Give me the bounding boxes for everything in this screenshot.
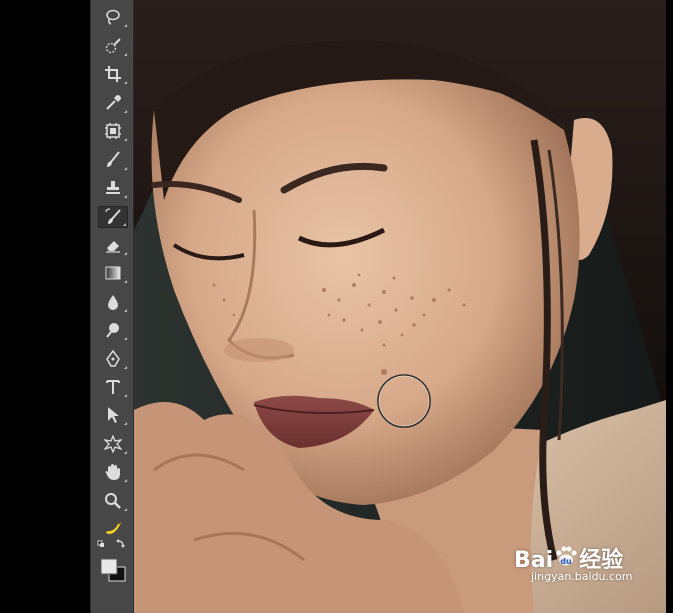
submenu-indicator-icon	[124, 24, 127, 27]
submenu-indicator-icon	[124, 309, 127, 312]
submenu-indicator-icon	[124, 422, 127, 425]
baidu-watermark: Bai du 经验 jingyan.baidu.com	[514, 542, 633, 583]
swap-colors-icon[interactable]	[97, 539, 125, 548]
arrow-icon	[108, 407, 119, 423]
type-tool[interactable]	[98, 376, 128, 398]
drop-icon	[108, 295, 118, 310]
zoom-tool[interactable]	[98, 490, 128, 512]
document-canvas[interactable]	[134, 0, 666, 613]
right-black-edge	[666, 0, 673, 613]
hand-icon	[105, 464, 120, 480]
quick-selection-icon	[105, 38, 121, 54]
submenu-indicator-icon	[124, 138, 127, 141]
banana-icon	[106, 521, 122, 534]
submenu-indicator-icon	[124, 394, 127, 397]
eraser-tool[interactable]	[98, 234, 128, 256]
submenu-indicator-icon	[124, 53, 127, 56]
eyedropper-tool[interactable]	[98, 92, 128, 114]
custom-shape-tool[interactable]	[98, 433, 128, 455]
quick-selection-tool[interactable]	[98, 35, 128, 57]
path-selection-tool[interactable]	[98, 404, 128, 426]
paw-icon: du	[556, 546, 577, 566]
brush-tool[interactable]	[98, 149, 128, 171]
frame-tool[interactable]	[98, 120, 128, 142]
submenu-indicator-icon	[124, 81, 127, 84]
shape-icon	[104, 435, 122, 453]
pen-tool[interactable]	[98, 348, 128, 370]
eraser-icon	[106, 241, 120, 253]
submenu-indicator-icon	[124, 366, 127, 369]
crop-tool[interactable]	[98, 63, 128, 85]
submenu-indicator-icon	[124, 479, 127, 482]
dodge-tool[interactable]	[98, 319, 128, 341]
clone-stamp-tool[interactable]	[98, 177, 128, 199]
gradient-icon	[105, 266, 121, 280]
lasso-tool[interactable]	[98, 6, 128, 28]
banana-tool[interactable]	[98, 518, 128, 540]
submenu-indicator-icon	[123, 223, 126, 226]
svg-text:du: du	[560, 557, 572, 566]
frame-icon	[105, 123, 121, 139]
pen-icon	[106, 350, 120, 367]
submenu-indicator-icon	[124, 167, 127, 170]
submenu-indicator-icon	[124, 280, 127, 283]
watermark-site: jingyan.baidu.com	[531, 570, 633, 583]
blur-tool[interactable]	[98, 291, 128, 313]
crop-icon	[105, 66, 121, 82]
history-brush-icon	[105, 208, 121, 224]
dodge-icon	[106, 323, 119, 338]
lasso-icon	[106, 9, 120, 25]
magnifier-icon	[105, 493, 121, 509]
submenu-indicator-icon	[124, 508, 127, 511]
submenu-indicator-icon	[124, 337, 127, 340]
color-swatches[interactable]	[96, 538, 130, 582]
hand-tool[interactable]	[98, 461, 128, 483]
gradient-tool[interactable]	[98, 262, 128, 284]
submenu-indicator-icon	[124, 110, 127, 113]
submenu-indicator-icon	[124, 195, 127, 198]
stamp-icon	[106, 181, 120, 194]
history-brush-tool[interactable]	[98, 206, 128, 228]
type-icon	[106, 380, 120, 394]
submenu-indicator-icon	[124, 252, 127, 255]
portrait-photo	[134, 0, 666, 613]
foreground-color-swatch[interactable]	[100, 558, 118, 575]
brush-icon	[107, 151, 120, 167]
eyedropper-icon	[106, 95, 121, 110]
left-black-area	[0, 0, 90, 613]
submenu-indicator-icon	[124, 451, 127, 454]
tools-panel	[90, 0, 134, 613]
